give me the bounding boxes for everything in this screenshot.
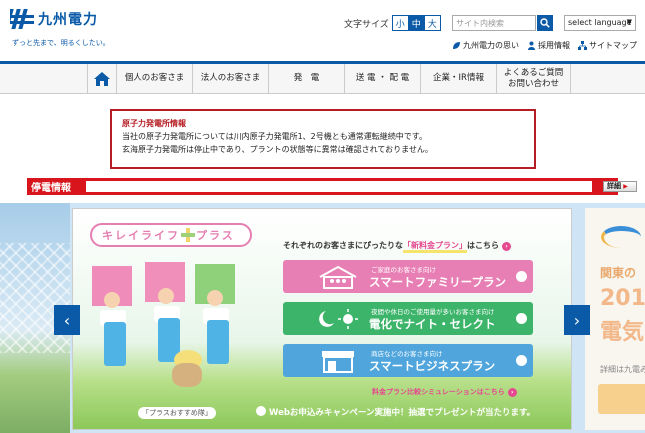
simulation-label: 料金プラン比較シミュレーションはこちら xyxy=(372,388,505,396)
top-links: 九州電力の思い 採用情報 サイトマップ xyxy=(452,40,645,51)
next-slide-button xyxy=(598,384,645,414)
moon-sun-icon xyxy=(319,309,358,329)
carousel-prev-button[interactable]: ‹ xyxy=(54,305,80,335)
outage-ticker xyxy=(86,181,592,192)
next-slide-line4: 詳細は九電み xyxy=(600,365,645,374)
campaign-text: Webお申込みキャンペーン実施中！抽選でプレゼントが当たります。 xyxy=(269,408,536,418)
kireilife-plus-title: キレイライフ プラス xyxy=(90,223,252,247)
next-slide-line3: 電気 xyxy=(600,320,645,345)
arrow-right-icon xyxy=(516,271,527,282)
bullet-icon xyxy=(256,406,266,416)
plan-subtitle: 夜間や休日のご使用量が多いお客さま向け xyxy=(371,308,495,316)
arrow-right-icon: › xyxy=(507,388,517,397)
arrow-right-icon: › xyxy=(502,242,511,251)
plan-denka-night-select[interactable]: 夜間や休日のご使用量が多いお客さま向け 電化でナイト・セレクト xyxy=(283,302,533,335)
chevron-down-icon: ▼ xyxy=(626,18,632,26)
kids-caption: 「プラスおすすめ隊」 xyxy=(138,407,216,419)
nav-item-generation[interactable]: 発 電 xyxy=(269,64,345,93)
plans-heading[interactable]: それぞれのお客さまにぴったりな「新料金プラン」はこちら › xyxy=(283,240,511,253)
plan-smart-business[interactable]: 商店などのお客さま向け スマートビジネスプラン xyxy=(283,344,533,377)
person-icon xyxy=(528,41,535,50)
nav-item-transmission[interactable]: 送 電 ・ 配 電 xyxy=(345,64,421,93)
child-head xyxy=(207,290,223,306)
shop-icon xyxy=(322,351,354,373)
plans-head-highlight: 「新料金プラン」 xyxy=(403,241,467,253)
chevron-right-icon: › xyxy=(573,310,581,330)
language-select[interactable]: select language ▼ xyxy=(564,15,636,31)
solar-panel-image xyxy=(0,243,70,353)
plan-name: スマートファミリープラン xyxy=(369,275,506,289)
rate-simulation-link[interactable]: 料金プラン比較シミュレーションはこちら › xyxy=(372,387,517,397)
notice-title[interactable]: 原子力発電所情報 xyxy=(122,117,524,130)
outage-detail-button[interactable]: 詳細 ▶ xyxy=(603,181,637,192)
notice-line-2: 玄海原子力発電所は停止中であり、プラントの状態等に異常は確認されておりません。 xyxy=(122,145,433,154)
plan-smart-family[interactable]: ご家庭のお客さま向け スマートファミリープラン xyxy=(283,260,533,293)
nav-item-faq-contact[interactable]: よくあるご質問 お問い合わせ xyxy=(497,64,571,93)
chevron-left-icon: ‹ xyxy=(63,310,71,330)
detail-label: 詳細 xyxy=(607,182,621,190)
nav-home[interactable] xyxy=(87,64,117,93)
child-head xyxy=(158,288,174,304)
plans-head-post: はこちら xyxy=(467,241,499,250)
arrow-right-icon xyxy=(516,355,527,366)
plan-subtitle: ご家庭のお客さま向け xyxy=(371,266,436,274)
logo-text: 九州電力 xyxy=(38,12,98,28)
font-size-small-button[interactable]: 小 xyxy=(391,15,409,31)
link-label: 九州電力の思い xyxy=(463,41,519,50)
home-icon xyxy=(94,71,110,86)
plan-name: 電化でナイト・セレクト xyxy=(369,317,496,331)
dog-illustration xyxy=(172,363,202,387)
link-recruit[interactable]: 採用情報 xyxy=(527,40,570,51)
search-input[interactable]: サイト内検索 xyxy=(452,15,536,31)
slide-title-part1: キレイライフ xyxy=(102,229,180,242)
search-button[interactable] xyxy=(537,15,553,31)
plan-subtitle: 商店などのお客さま向け xyxy=(371,350,443,358)
swirl-logo-icon xyxy=(601,226,641,248)
font-size-label: 文字サイズ xyxy=(344,19,389,30)
next-slide-preview[interactable]: 関東の 201 電気 詳細は九電み xyxy=(585,208,645,430)
house-family-icon xyxy=(319,265,357,289)
child-body xyxy=(104,322,126,366)
child-body xyxy=(207,320,229,364)
kyuden-logo-icon xyxy=(10,8,36,30)
child-head xyxy=(104,292,120,308)
leaf-icon xyxy=(453,42,460,49)
play-icon: ▶ xyxy=(623,183,628,190)
language-select-label: select language xyxy=(568,18,632,27)
slide-title-part2: プラス xyxy=(196,229,235,242)
nav-item-corporate-ir[interactable]: 企業・IR情報 xyxy=(421,64,497,93)
plus-icon xyxy=(181,228,195,242)
nav-item-business[interactable]: 法人のお客さま xyxy=(193,64,269,93)
next-slide-line1: 関東の xyxy=(600,266,637,280)
sitemap-icon xyxy=(578,41,587,50)
global-nav: 個人のお客さま 法人のお客さま 発 電 送 電 ・ 配 電 企業・IR情報 よく… xyxy=(0,61,645,94)
arrow-right-icon xyxy=(516,313,527,324)
page: 九州電力 ずっと先まで、明るくしたい。 文字サイズ 小 中 大 サイト内検索 s… xyxy=(0,0,645,433)
plans-head-pre: それぞれのお客さまにぴったりな xyxy=(283,241,403,250)
link-label: サイトマップ xyxy=(589,41,637,50)
tagline: ずっと先まで、明るくしたい。 xyxy=(12,39,110,47)
carousel-next-button[interactable]: › xyxy=(564,305,590,335)
link-sitemap[interactable]: サイトマップ xyxy=(578,40,637,51)
site-logo[interactable]: 九州電力 xyxy=(10,8,98,30)
search-icon xyxy=(540,18,550,28)
font-size-control: 文字サイズ 小 中 大 xyxy=(344,15,441,31)
nav-item-personal[interactable]: 個人のお客さま xyxy=(117,64,193,93)
web-campaign-banner[interactable]: Webお申込みキャンペーン実施中！抽選でプレゼントが当たります。 xyxy=(256,406,535,418)
next-slide-line2: 201 xyxy=(600,286,645,311)
outage-label: 停電情報 xyxy=(31,183,71,194)
font-size-large-button[interactable]: 大 xyxy=(423,15,441,31)
plan-name: スマートビジネスプラン xyxy=(369,359,496,373)
outage-info-bar: 停電情報 詳細 ▶ xyxy=(27,178,637,195)
link-label: 採用情報 xyxy=(538,41,570,50)
link-kyuden-philosophy[interactable]: 九州電力の思い xyxy=(452,40,519,51)
nuclear-notice: 原子力発電所情報 当社の原子力発電所については川内原子力発電所1、2号機とも通常… xyxy=(110,109,536,169)
font-size-medium-button[interactable]: 中 xyxy=(407,15,425,31)
notice-line-1: 当社の原子力発電所については川内原子力発電所1、2号機とも通常運転継続中です。 xyxy=(122,132,427,141)
